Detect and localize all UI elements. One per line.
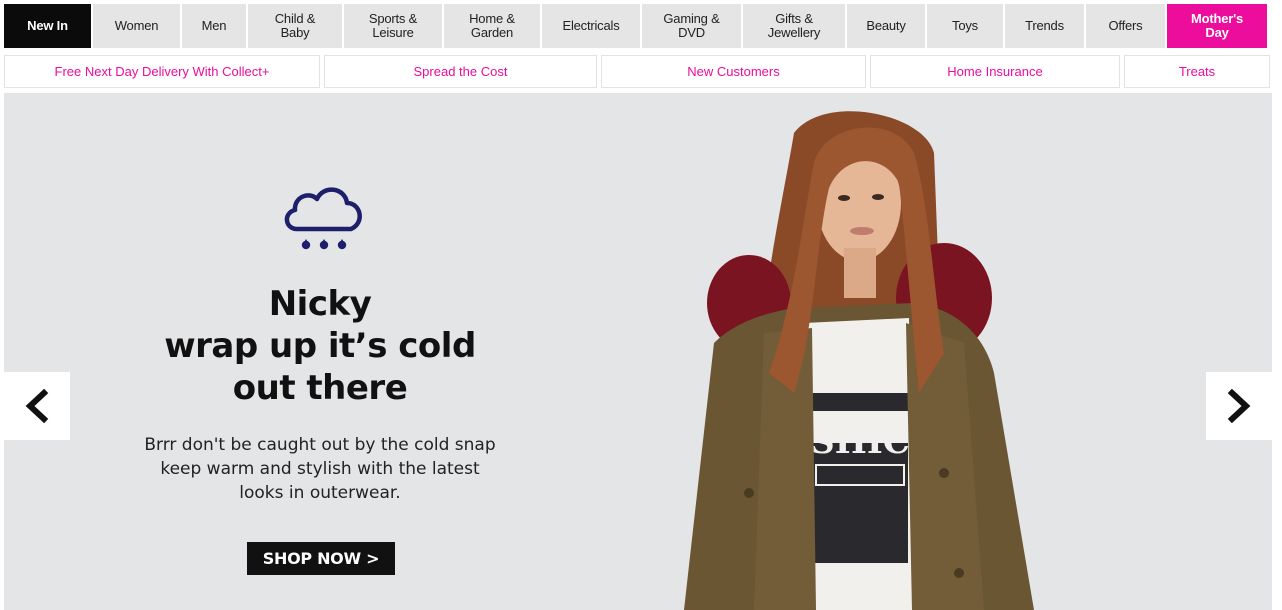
nav-toys[interactable]: Toys bbox=[927, 4, 1003, 48]
nav-women[interactable]: Women bbox=[93, 4, 180, 48]
hero-heading-line-1: Nicky bbox=[268, 284, 372, 324]
hero-desc-line-2: keep warm and stylish with the latest bbox=[160, 459, 480, 479]
model-photo: SHIC bbox=[684, 111, 1034, 610]
promo-new-customers[interactable]: New Customers bbox=[601, 55, 866, 88]
nav-home-garden[interactable]: Home & Garden bbox=[444, 4, 540, 48]
nav-trends[interactable]: Trends bbox=[1005, 4, 1084, 48]
nav-new-in[interactable]: New In bbox=[4, 4, 91, 48]
hero-heading: Nicky wrap up it’s cold out there bbox=[120, 283, 520, 409]
promo-home-insurance[interactable]: Home Insurance bbox=[870, 55, 1120, 88]
shop-now-button[interactable]: SHOP NOW > bbox=[247, 542, 395, 575]
hero-desc-line-1: Brrr don't be caught out by the cold sna… bbox=[144, 435, 496, 455]
nav-mothers-day[interactable]: Mother's Day bbox=[1167, 4, 1267, 48]
hero-heading-line-2: wrap up it’s cold bbox=[164, 326, 476, 366]
promo-bar: Free Next Day Delivery With Collect+ Spr… bbox=[4, 55, 1270, 88]
carousel-next-button[interactable] bbox=[1206, 372, 1272, 440]
nav-child-baby[interactable]: Child & Baby bbox=[248, 4, 342, 48]
promo-spread-cost[interactable]: Spread the Cost bbox=[324, 55, 597, 88]
hero-banner: Nicky wrap up it’s cold out there Brrr d… bbox=[4, 93, 1272, 610]
hero-desc-line-3: looks in outerwear. bbox=[239, 483, 401, 503]
nav-beauty[interactable]: Beauty bbox=[847, 4, 925, 48]
nav-sports-leisure[interactable]: Sports & Leisure bbox=[344, 4, 442, 48]
nav-offers[interactable]: Offers bbox=[1086, 4, 1165, 48]
nav-men[interactable]: Men bbox=[182, 4, 246, 48]
category-nav: New In Women Men Child & Baby Sports & L… bbox=[4, 4, 1272, 48]
chevron-left-icon bbox=[25, 389, 49, 423]
hero-description: Brrr don't be caught out by the cold sna… bbox=[120, 433, 520, 505]
nav-electricals[interactable]: Electricals bbox=[542, 4, 640, 48]
hero-heading-line-3: out there bbox=[232, 368, 408, 408]
rain-cloud-icon bbox=[284, 187, 362, 250]
promo-free-delivery[interactable]: Free Next Day Delivery With Collect+ bbox=[4, 55, 320, 88]
promo-treats[interactable]: Treats bbox=[1124, 55, 1270, 88]
carousel-prev-button[interactable] bbox=[4, 372, 70, 440]
nav-gifts-jewellery[interactable]: Gifts & Jewellery bbox=[743, 4, 845, 48]
chevron-right-icon bbox=[1227, 389, 1251, 423]
svg-text:SHIC: SHIC bbox=[810, 422, 910, 462]
nav-gaming-dvd[interactable]: Gaming & DVD bbox=[642, 4, 741, 48]
